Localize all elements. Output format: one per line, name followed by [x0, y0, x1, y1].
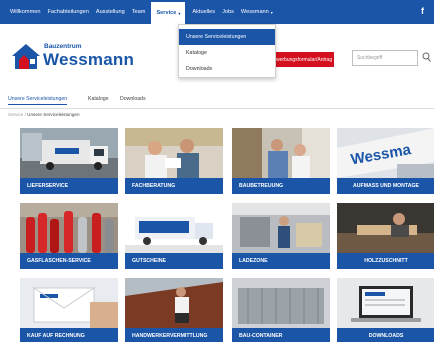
tile-label: GUTSCHEINE: [125, 253, 223, 269]
dropdown-item-kataloge[interactable]: Kataloge: [179, 45, 275, 61]
invoice-envelope-photo: [20, 278, 118, 328]
wessmann-brochure-photo: Wessma: [337, 128, 434, 178]
tab-kataloge[interactable]: Kataloge: [88, 96, 108, 102]
tile-handwerkervermittlung[interactable]: HANDWERKERVERMITTLUNG: [125, 278, 223, 342]
dropdown-item-serviceleistungen[interactable]: Unsere Serviceleistungen: [179, 29, 275, 45]
tile-gutscheine[interactable]: GUTSCHEINE: [125, 203, 223, 269]
nav-item-ausstellung[interactable]: Ausstellung: [96, 0, 125, 24]
gift-voucher-truck-photo: [125, 203, 223, 253]
delivery-truck-photo: [20, 128, 118, 178]
tile-label: HOLZZUSCHNITT: [337, 253, 434, 269]
breadcrumb-link-service[interactable]: Service: [8, 112, 23, 117]
tile-label: BAU-CONTAINER: [232, 328, 330, 342]
tile-label: FACHBERATUNG: [125, 178, 223, 194]
chevron-down-icon: ▾: [178, 10, 181, 16]
tile-downloads[interactable]: DOWNLOADS: [337, 278, 434, 342]
tile-bau-container[interactable]: BAU-CONTAINER: [232, 278, 330, 342]
nav-item-wessmann[interactable]: Wessmann ▾: [241, 0, 273, 24]
tile-label: GASFLASCHEN-SERVICE: [20, 253, 118, 269]
application-button[interactable]: Bewerbungsformular/Antrag: [268, 52, 334, 67]
tile-label: LADEZONE: [232, 253, 330, 269]
tile-label: BAUBETREUUNG: [232, 178, 330, 194]
nav-item-willkommen[interactable]: Willkommen: [10, 0, 40, 24]
tile-label: DOWNLOADS: [337, 328, 434, 342]
breadcrumb-separator: /: [24, 112, 26, 117]
breadcrumb: Service / Unsere Serviceleistungen: [8, 112, 80, 117]
search-icon[interactable]: [422, 52, 432, 64]
wood-cutting-photo: [337, 203, 434, 253]
tabs-bar: Unsere Serviceleistungen Kataloge Downlo…: [0, 95, 434, 109]
tile-aufmass-und-montage[interactable]: Wessma AUFMASS UND MONTAGE: [337, 128, 434, 194]
logo[interactable]: Bauzentrum Wessmann: [10, 41, 134, 73]
tile-ladezone[interactable]: LADEZONE: [232, 203, 330, 269]
page: Willkommen Fachabteilungen Ausstellung T…: [0, 0, 434, 342]
tile-kauf-auf-rechnung[interactable]: KAUF AUF RECHNUNG: [20, 278, 118, 342]
tile-label: AUFMASS UND MONTAGE: [337, 178, 434, 194]
gas-bottles-photo: [20, 203, 118, 253]
chevron-down-icon: ▾: [270, 9, 273, 15]
loading-zone-photo: [232, 203, 330, 253]
dropdown-item-downloads[interactable]: Downloads: [179, 61, 275, 77]
tile-label: LIEFERSERVICE: [20, 178, 118, 194]
nav-item-service-label: Service: [156, 10, 177, 16]
search-input[interactable]: Suchbegriff: [352, 50, 418, 66]
top-navigation: Willkommen Fachabteilungen Ausstellung T…: [0, 0, 434, 24]
logo-title: Wessmann: [43, 50, 135, 69]
consultation-photo: [125, 128, 223, 178]
facebook-icon[interactable]: f: [421, 6, 424, 16]
nav-item-wessmann-label: Wessmann: [240, 9, 269, 15]
nav-item-team[interactable]: Team: [132, 0, 146, 24]
service-dropdown-menu: Unsere Serviceleistungen Kataloge Downlo…: [178, 24, 276, 78]
roofer-photo: [125, 278, 223, 328]
tile-baubetreuung[interactable]: BAUBETREUUNG: [232, 128, 330, 194]
tile-fachberatung[interactable]: FACHBERATUNG: [125, 128, 223, 194]
breadcrumb-current: Unsere Serviceleistungen: [27, 112, 80, 117]
nav-item-aktuelles[interactable]: Aktuelles: [192, 0, 215, 24]
tab-downloads[interactable]: Downloads: [120, 96, 146, 102]
nav-item-service[interactable]: Service ▾: [151, 0, 186, 24]
tile-label: HANDWERKERVERMITTLUNG: [125, 328, 223, 342]
tile-label: KAUF AUF RECHNUNG: [20, 328, 118, 342]
nav-item-jobs[interactable]: Jobs: [222, 0, 234, 24]
construction-support-photo: [232, 128, 330, 178]
container-photo: [232, 278, 330, 328]
laptop-photo: [337, 278, 434, 328]
tile-lieferservice[interactable]: LIEFERSERVICE: [20, 128, 118, 194]
tile-gasflaschen-service[interactable]: GASFLASCHEN-SERVICE: [20, 203, 118, 269]
logo-subtitle: Bauzentrum: [44, 43, 82, 50]
house-logo-icon: [12, 44, 40, 69]
tab-serviceleistungen[interactable]: Unsere Serviceleistungen: [8, 96, 68, 105]
nav-item-fachabteilungen[interactable]: Fachabteilungen: [47, 0, 88, 24]
tile-holzzuschnitt[interactable]: HOLZZUSCHNITT: [337, 203, 434, 269]
